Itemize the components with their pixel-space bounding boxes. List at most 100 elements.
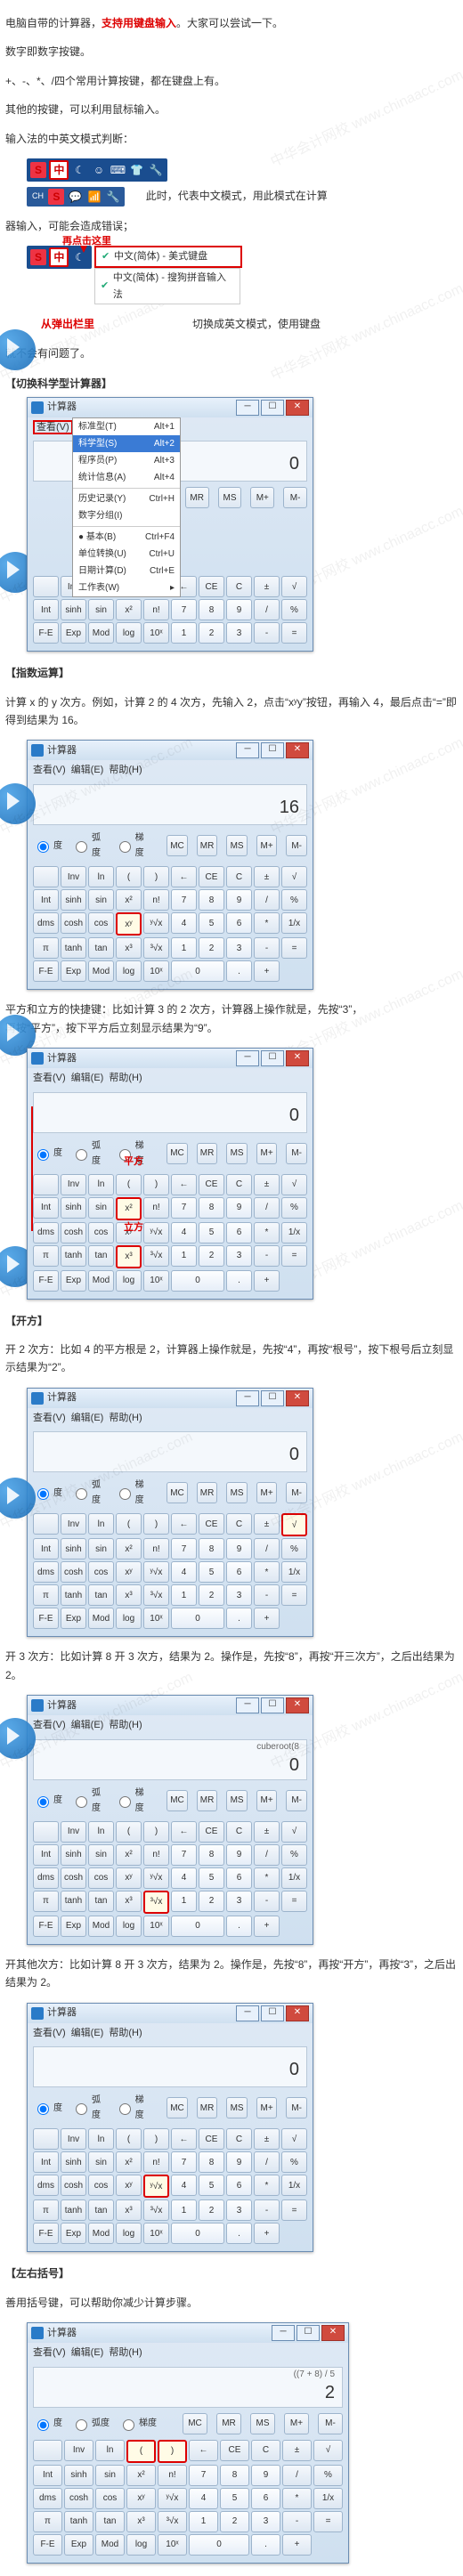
key-nfac[interactable]: n! [143,599,169,620]
key-1[interactable]: 1 [171,937,197,959]
key-pi[interactable]: π [33,2511,62,2532]
key-div[interactable]: / [254,1197,280,1219]
key-pm[interactable]: ± [254,1174,280,1195]
key-x3[interactable]: x³ [116,2199,142,2221]
key-2[interactable]: 2 [220,2511,249,2532]
menu-item[interactable]: 数字分组(I) [73,507,180,524]
radio-deg[interactable]: 度 [33,1146,62,1161]
key-back[interactable]: ← [171,1174,197,1195]
key-1[interactable]: 1 [189,2511,218,2532]
key-dot[interactable]: . [226,1608,252,1629]
key-add[interactable]: + [254,1608,280,1629]
key-ms[interactable]: MS [226,1482,248,1503]
menu-edit[interactable]: 编辑(E) [71,1073,104,1083]
key-1[interactable]: 1 [171,622,197,644]
maximize-button[interactable]: ☐ [261,1050,284,1066]
key-2[interactable]: 2 [199,1584,224,1606]
key-lparen[interactable]: ( [116,1513,142,1535]
key-pi[interactable]: π [33,937,59,959]
key-10x[interactable]: 10ˣ [143,1270,169,1292]
key-mul[interactable]: * [254,2175,280,2196]
key-2[interactable]: 2 [199,622,224,644]
key-pct[interactable]: % [281,1538,307,1559]
key-div[interactable]: / [254,889,280,911]
key-nfac[interactable]: n! [143,889,169,911]
menu-item-sci[interactable]: 科学型(S)Alt+2 [73,435,180,452]
key-tanh[interactable]: tanh [61,2199,86,2221]
key-4[interactable]: 4 [171,912,197,934]
key-nfac[interactable]: n! [143,1844,169,1866]
key-int[interactable]: Int [33,1844,59,1866]
minimize-button[interactable]: ─ [236,2005,259,2021]
key-mod[interactable]: Mod [88,622,114,644]
key-tanh[interactable]: tanh [64,2511,93,2532]
key-dot[interactable]: . [226,2223,252,2244]
key-sqrt[interactable]: √ [281,2128,307,2150]
key-log[interactable]: log [116,2223,142,2244]
key-4[interactable]: 4 [171,1222,197,1243]
key-lparen[interactable]: ( [116,2128,142,2150]
key-6[interactable]: 6 [251,2488,280,2509]
key-x2[interactable]: x² [116,1538,142,1559]
key-sin[interactable]: sin [88,1197,114,1219]
key-pm[interactable]: ± [254,1513,280,1535]
key-ln[interactable]: ln [88,1821,114,1843]
maximize-button[interactable]: ☐ [261,742,284,758]
key-nfac[interactable]: n! [143,2151,169,2173]
minimize-button[interactable]: ─ [236,742,259,758]
key-ln[interactable]: ln [88,2128,114,2150]
key-7[interactable]: 7 [171,889,197,911]
key-x3[interactable]: x³ [116,1245,142,1268]
key-mminus[interactable]: M- [286,2097,307,2118]
key-cosh[interactable]: cosh [61,1222,86,1243]
key-ce[interactable]: CE [199,576,224,597]
key-tan[interactable]: tan [88,1891,114,1912]
key-sinh[interactable]: sinh [61,2151,86,2173]
key-inv1x[interactable]: 1/x [313,2488,343,2509]
key-blank[interactable] [33,576,59,597]
key-exp[interactable]: Exp [61,960,86,982]
key-9[interactable]: 9 [226,1197,252,1219]
key-5[interactable]: 5 [199,1561,224,1583]
key-xy[interactable]: xʸ [116,1867,142,1889]
maximize-button[interactable]: ☐ [261,1390,284,1406]
key-mc[interactable]: MC [183,2413,207,2434]
key-5[interactable]: 5 [199,2175,224,2196]
key-sqrt[interactable]: √ [281,1174,307,1195]
key-8[interactable]: 8 [199,1197,224,1219]
key-mr[interactable]: MR [197,835,218,856]
key-ce[interactable]: CE [199,1513,224,1535]
key-sinh[interactable]: sinh [61,1538,86,1559]
key-6[interactable]: 6 [226,912,252,934]
key-c[interactable]: C [226,1821,252,1843]
key-tanh[interactable]: tanh [61,937,86,959]
key-2[interactable]: 2 [199,2199,224,2221]
key-log[interactable]: log [116,1608,142,1629]
key-ce[interactable]: CE [199,1174,224,1195]
key-dot[interactable]: . [226,1916,252,1937]
key-rparen[interactable]: ) [143,1513,169,1535]
key-c[interactable]: C [251,2440,280,2461]
key-pm[interactable]: ± [254,1821,280,1843]
key-mod[interactable]: Mod [88,1916,114,1937]
key-sinh[interactable]: sinh [61,599,86,620]
key-ms[interactable]: MS [226,835,248,856]
key-pct[interactable]: % [281,1844,307,1866]
key-cbrt[interactable]: ³√x [143,1891,169,1914]
key-div[interactable]: / [282,2465,312,2486]
key-0[interactable]: 0 [171,1608,224,1629]
key-sinh[interactable]: sinh [64,2465,93,2486]
close-button[interactable]: ✕ [321,2325,345,2341]
key-back[interactable]: ← [171,2128,197,2150]
menu-view[interactable]: 查看(V) [33,1413,66,1423]
key-7[interactable]: 7 [171,1844,197,1866]
menu-view[interactable]: 查看(V) [33,2347,66,2358]
key-10x[interactable]: 10ˣ [143,1608,169,1629]
key-lparen[interactable]: ( [126,2440,156,2463]
key-log[interactable]: log [116,622,142,644]
key-yroot[interactable]: ʸ√x [143,1561,169,1583]
menu-item[interactable]: 工作表(W)▸ [73,579,180,596]
menu-edit[interactable]: 编辑(E) [71,2347,104,2358]
key-blank[interactable] [33,1821,59,1843]
key-cos[interactable]: cos [88,1867,114,1889]
